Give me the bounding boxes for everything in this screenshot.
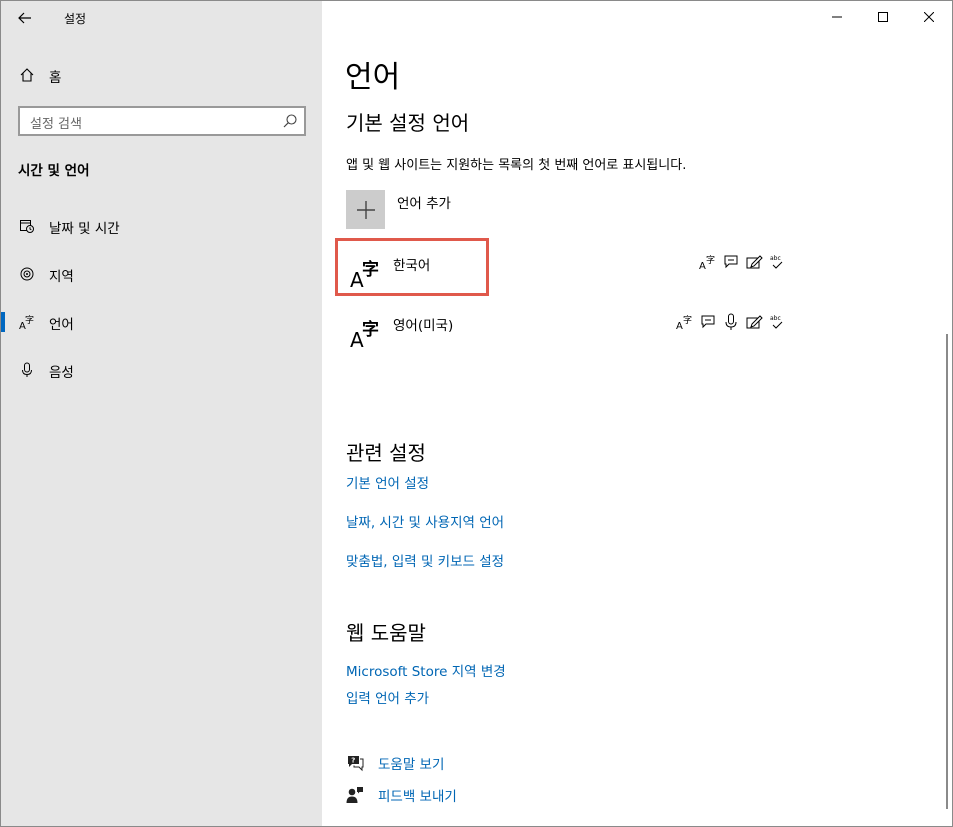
plus-icon bbox=[346, 190, 385, 229]
globe-icon bbox=[18, 266, 36, 282]
language-icon: A字 bbox=[18, 314, 36, 330]
search-icon bbox=[283, 114, 297, 128]
language-item-english-us[interactable]: A字 영어(미국) A字 abc bbox=[346, 309, 786, 361]
close-icon bbox=[924, 12, 934, 22]
related-settings-heading: 관련 설정 bbox=[346, 441, 426, 465]
minimize-icon bbox=[832, 16, 842, 18]
link-default-language-settings[interactable]: 기본 언어 설정 bbox=[346, 472, 429, 492]
close-button[interactable] bbox=[906, 1, 952, 33]
link-date-time-region[interactable]: 날짜, 시간 및 사용지역 언어 bbox=[346, 511, 504, 531]
sidebar-section-title: 시간 및 언어 bbox=[18, 163, 90, 179]
maximize-button[interactable] bbox=[860, 1, 906, 33]
settings-window: 설정 홈 설정 검색 시간 및 언어 날짜 및 시간 지역 A 字 언어 음성 … bbox=[0, 0, 953, 827]
language-icon: A字 bbox=[350, 319, 379, 349]
handwriting-icon bbox=[746, 255, 763, 269]
back-button[interactable] bbox=[9, 3, 41, 33]
handwriting-icon bbox=[746, 315, 763, 329]
scrollbar[interactable] bbox=[946, 334, 948, 809]
spellcheck-icon: abc bbox=[770, 315, 783, 329]
highlight-box bbox=[335, 238, 489, 296]
language-features: A字 abc bbox=[676, 313, 786, 331]
sidebar: 설정 홈 설정 검색 시간 및 언어 날짜 및 시간 지역 A 字 언어 음성 bbox=[1, 1, 322, 826]
language-name: 영어(미국) bbox=[393, 318, 454, 334]
app-title: 설정 bbox=[64, 12, 87, 26]
microphone-icon bbox=[18, 362, 36, 378]
svg-text:abc: abc bbox=[770, 255, 781, 262]
maximize-icon bbox=[878, 12, 888, 22]
search-placeholder: 설정 검색 bbox=[30, 117, 82, 132]
svg-text:字: 字 bbox=[683, 314, 692, 326]
add-language-button[interactable]: 언어 추가 bbox=[346, 190, 576, 230]
sidebar-item-label: 지역 bbox=[49, 269, 74, 285]
speech-icon bbox=[701, 315, 715, 329]
help-chat-icon: ? bbox=[348, 756, 364, 772]
home-icon bbox=[18, 67, 36, 83]
sidebar-item-label: 날짜 및 시간 bbox=[49, 221, 120, 237]
sidebar-item-label: 홈 bbox=[49, 70, 62, 86]
sidebar-item-date-time[interactable]: 날짜 및 시간 bbox=[1, 206, 322, 246]
preferred-languages-description: 앱 및 웹 사이트는 지원하는 목록의 첫 번째 언어로 표시됩니다. bbox=[346, 158, 687, 173]
calendar-clock-icon bbox=[18, 218, 36, 234]
microphone-icon bbox=[725, 313, 737, 330]
feedback-person-icon bbox=[346, 787, 363, 803]
link-add-input-language[interactable]: 입력 언어 추가 bbox=[346, 687, 429, 707]
sidebar-item-label: 음성 bbox=[49, 365, 74, 381]
sidebar-item-label: 언어 bbox=[49, 317, 74, 333]
link-spelling-typing-keyboard[interactable]: 맞춤법, 입력 및 키보드 설정 bbox=[346, 550, 504, 570]
preferred-languages-heading: 기본 설정 언어 bbox=[346, 111, 470, 135]
sidebar-item-speech[interactable]: 음성 bbox=[1, 350, 322, 390]
svg-text:?: ? bbox=[351, 757, 355, 765]
svg-text:A: A bbox=[676, 321, 683, 331]
svg-text:abc: abc bbox=[770, 315, 781, 322]
send-feedback-label: 피드백 보내기 bbox=[378, 789, 457, 805]
get-help-label: 도움말 보기 bbox=[378, 757, 445, 773]
spellcheck-icon: abc bbox=[770, 255, 783, 269]
sidebar-item-region[interactable]: 지역 bbox=[1, 254, 322, 294]
speech-icon bbox=[724, 255, 738, 269]
svg-text:字: 字 bbox=[25, 314, 34, 326]
back-arrow-icon bbox=[18, 12, 31, 24]
sidebar-item-home[interactable]: 홈 bbox=[1, 55, 322, 95]
svg-text:字: 字 bbox=[706, 254, 715, 266]
language-features: A字 abc bbox=[699, 253, 786, 271]
search-input[interactable]: 설정 검색 bbox=[18, 106, 306, 136]
minimize-button[interactable] bbox=[814, 1, 860, 33]
web-help-heading: 웹 도움말 bbox=[346, 621, 426, 645]
add-language-label: 언어 추가 bbox=[397, 196, 451, 212]
svg-text:A: A bbox=[699, 261, 706, 271]
display-language-icon: A字 bbox=[699, 254, 715, 271]
display-language-icon: A字 bbox=[676, 314, 692, 331]
svg-text:字: 字 bbox=[362, 319, 379, 340]
page-title: 언어 bbox=[345, 60, 401, 95]
link-change-store-region[interactable]: Microsoft Store 지역 변경 bbox=[346, 660, 506, 680]
sidebar-item-language[interactable]: A字 언어 bbox=[1, 302, 322, 342]
